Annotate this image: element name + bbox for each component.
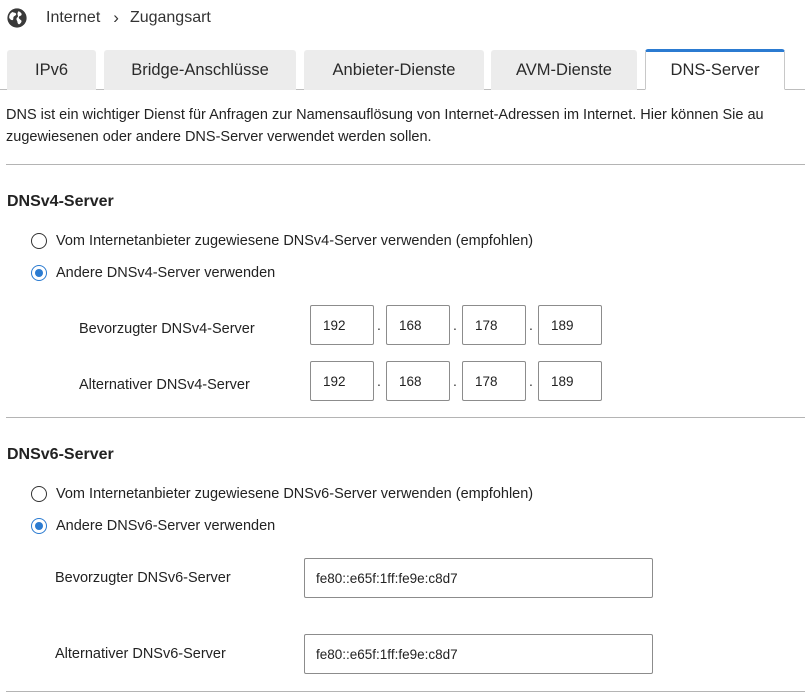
dnsv4-preferred-octet-2[interactable] <box>386 305 450 345</box>
intro-text: DNS ist ein wichtiger Dienst für Anfrage… <box>6 104 805 148</box>
dnsv6-preferred-input[interactable] <box>304 558 653 598</box>
tab-label: IPv6 <box>34 60 69 79</box>
tab-anbieter-dienste[interactable]: Anbieter-Dienste <box>304 50 484 90</box>
dnsv4-alternative-octet-1[interactable] <box>310 361 374 401</box>
tab-label: AVM-Dienste <box>516 60 612 79</box>
dnsv4-option-provider[interactable]: Vom Internetanbieter zugewiesene DNSv4-S… <box>31 231 533 251</box>
tab-avm-dienste[interactable]: AVM-Dienste <box>491 50 637 90</box>
dnsv4-alternative-octet-2[interactable] <box>386 361 450 401</box>
tab-dns-server[interactable]: DNS-Server <box>645 49 785 90</box>
breadcrumb-item-internet[interactable]: Internet <box>46 9 100 27</box>
tab-bar: IPv6 Bridge-Anschlüsse Anbieter-Dienste … <box>0 49 805 90</box>
octet-separator: . <box>529 317 533 333</box>
dnsv4-alternative-octet-3[interactable] <box>462 361 526 401</box>
dnsv6-section-title: DNSv6-Server <box>7 446 114 463</box>
breadcrumb-separator: › <box>113 8 119 27</box>
globe-icon <box>7 8 27 28</box>
dnsv4-preferred-octet-3[interactable] <box>462 305 526 345</box>
divider <box>6 164 805 165</box>
dnsv4-alternative-label: Alternativer DNSv4-Server <box>79 377 250 393</box>
tab-label: DNS-Server <box>670 61 760 79</box>
intro-line-1: DNS ist ein wichtiger Dienst für Anfrage… <box>6 107 764 123</box>
tab-bridge-anschluesse[interactable]: Bridge-Anschlüsse <box>104 50 296 90</box>
dnsv4-preferred-octet-1[interactable] <box>310 305 374 345</box>
dnsv6-radio-other[interactable] <box>31 518 47 534</box>
tab-ipv6[interactable]: IPv6 <box>7 50 96 90</box>
dnsv4-radio-other[interactable] <box>31 265 47 281</box>
dnsv4-section-title: DNSv4-Server <box>7 193 114 210</box>
dnsv6-alternative-label: Alternativer DNSv6-Server <box>55 646 226 662</box>
octet-separator: . <box>377 317 381 333</box>
divider <box>6 691 805 692</box>
divider <box>6 417 805 418</box>
dnsv4-alternative-octet-4[interactable] <box>538 361 602 401</box>
tab-label: Anbieter-Dienste <box>332 60 456 79</box>
dnsv6-option-other[interactable]: Andere DNSv6-Server verwenden <box>31 516 275 536</box>
dnsv6-option-provider[interactable]: Vom Internetanbieter zugewiesene DNSv6-S… <box>31 484 533 504</box>
tab-label: Bridge-Anschlüsse <box>131 60 269 79</box>
dnsv4-option-other[interactable]: Andere DNSv4-Server verwenden <box>31 263 275 283</box>
dnsv4-option-provider-label: Vom Internetanbieter zugewiesene DNSv4-S… <box>56 233 534 249</box>
breadcrumb: Internet › Zugangsart <box>6 6 211 30</box>
dnsv4-radio-provider[interactable] <box>31 233 47 249</box>
intro-line-2: zugewiesenen oder andere DNS-Server verw… <box>6 129 432 145</box>
octet-separator: . <box>453 373 457 389</box>
breadcrumb-item-zugangsart: Zugangsart <box>129 9 211 26</box>
octet-separator: . <box>377 373 381 389</box>
dnsv6-option-provider-label: Vom Internetanbieter zugewiesene DNSv6-S… <box>56 486 534 502</box>
dnsv4-preferred-octet-4[interactable] <box>538 305 602 345</box>
dnsv4-preferred-label: Bevorzugter DNSv4-Server <box>79 321 255 337</box>
dns-server-page: Internet › Zugangsart IPv6 Bridge-Anschl… <box>0 0 805 696</box>
dnsv6-preferred-label: Bevorzugter DNSv6-Server <box>55 570 231 586</box>
octet-separator: . <box>453 317 457 333</box>
octet-separator: . <box>529 373 533 389</box>
dnsv6-radio-provider[interactable] <box>31 486 47 502</box>
dnsv6-option-other-label: Andere DNSv6-Server verwenden <box>56 518 276 534</box>
dnsv6-alternative-input[interactable] <box>304 634 653 674</box>
dnsv4-option-other-label: Andere DNSv4-Server verwenden <box>56 265 276 281</box>
